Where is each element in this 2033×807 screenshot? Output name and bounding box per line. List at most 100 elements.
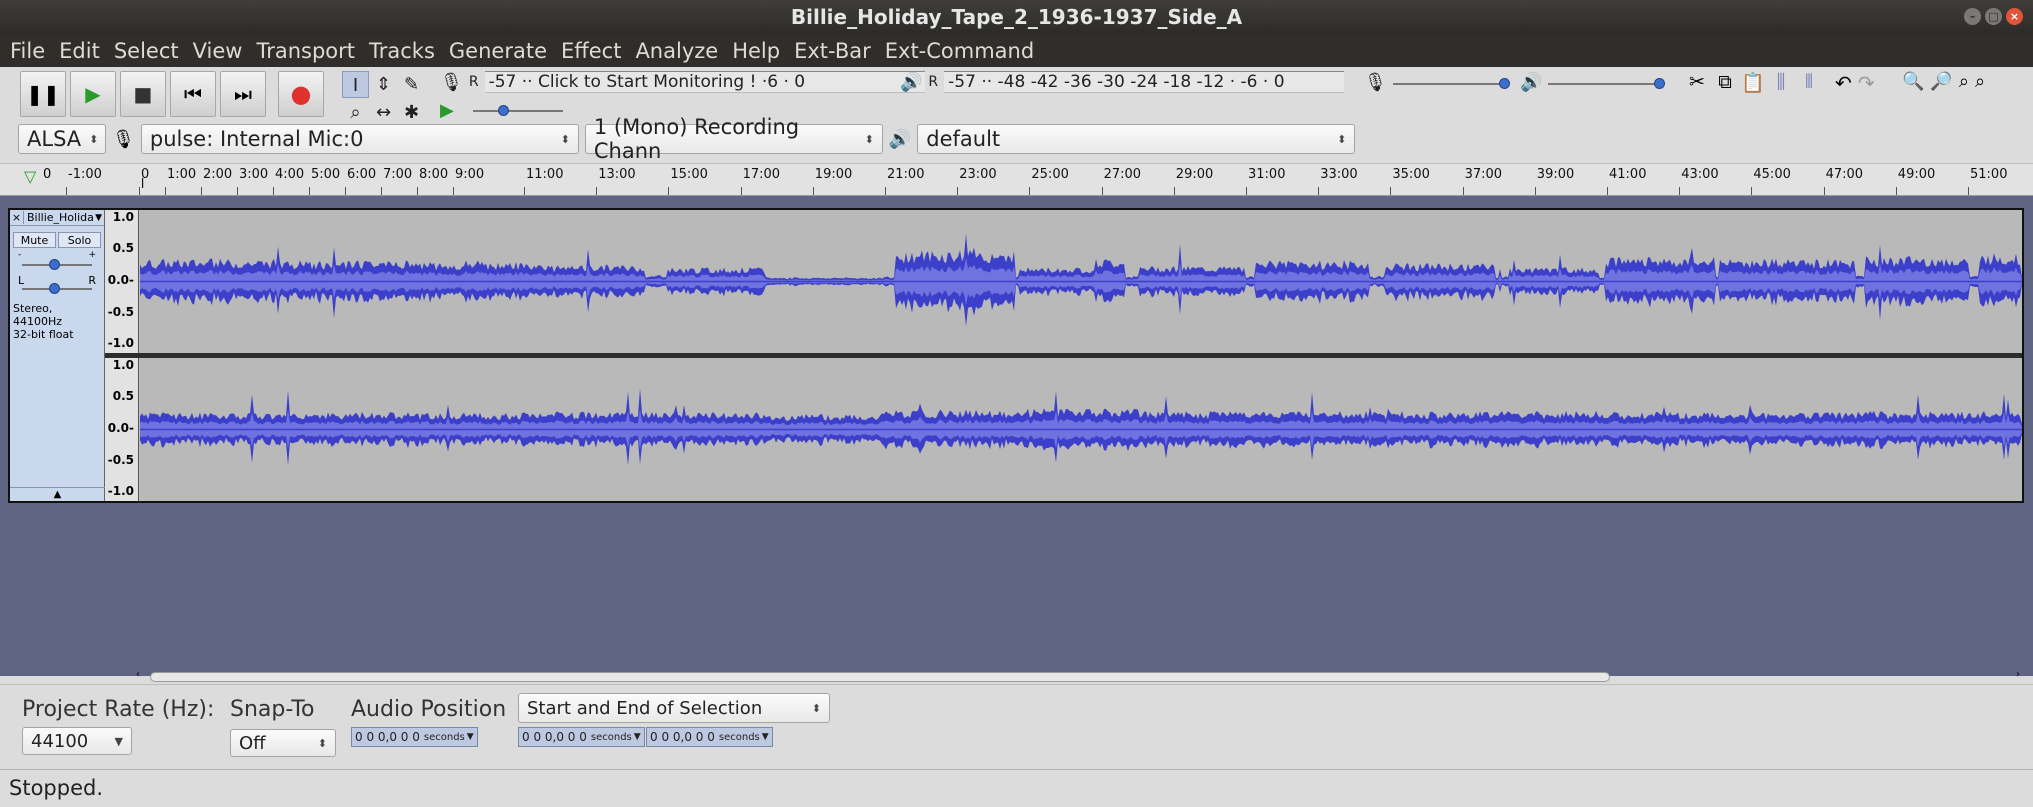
lr-icon: R: [468, 74, 479, 90]
waveform-left-channel[interactable]: [140, 210, 2022, 353]
menu-analyze[interactable]: Analyze: [635, 39, 718, 63]
vertical-ruler-left[interactable]: 1.0 0.5 0.0- -0.5 -1.0: [105, 210, 139, 353]
collapse-track-icon[interactable]: ▲: [10, 487, 105, 501]
gain-slider[interactable]: - +: [18, 250, 96, 276]
scrollbar-thumb[interactable]: [150, 672, 1610, 682]
fit-selection-icon[interactable]: ⌕: [1959, 71, 1969, 92]
stop-button[interactable]: ■: [120, 71, 166, 117]
pan-slider[interactable]: L R: [18, 274, 96, 298]
track-close-icon[interactable]: ×: [10, 211, 24, 224]
scroll-left-icon[interactable]: ‹: [136, 669, 140, 680]
audio-host-value: ALSA: [27, 127, 82, 151]
menu-help[interactable]: Help: [732, 39, 780, 63]
chevron-updown-icon: ⬍: [1337, 132, 1347, 146]
menu-tracks[interactable]: Tracks: [369, 39, 435, 63]
menu-transport[interactable]: Transport: [256, 39, 355, 63]
play-speed-slider[interactable]: [473, 102, 563, 120]
track-control-panel: × Billie_Holida ▼ Mute Solo - + L R Ster…: [10, 210, 105, 501]
playback-meter-scale[interactable]: -57 ·· -48 -42 -36 -30 -24 -18 -12 · -6 …: [944, 71, 1345, 93]
ruler-tick: [668, 187, 670, 195]
skip-start-button[interactable]: ⏮: [170, 71, 216, 117]
cut-icon[interactable]: ✂: [1685, 71, 1709, 94]
undo-icon[interactable]: ↶: [1835, 71, 1852, 95]
ruler-tick-label: 41:00: [1609, 167, 1647, 182]
copy-icon[interactable]: ⧉: [1713, 71, 1737, 94]
recording-meter-scale[interactable]: -57 ·· Click to Start Monitoring ! ·6 · …: [484, 71, 925, 93]
selection-mode-select[interactable]: Start and End of Selection ⬍: [518, 693, 830, 723]
recording-volume-slider[interactable]: [1393, 75, 1510, 93]
project-rate-value[interactable]: 44100: [31, 731, 88, 752]
track-name-menu[interactable]: Billie_Holida: [24, 211, 95, 224]
ruler-tick-label: 29:00: [1175, 167, 1214, 182]
zoom-in-icon[interactable]: 🔍: [1902, 71, 1924, 92]
zoom-out-icon[interactable]: 🔎: [1930, 71, 1952, 92]
menu-edit[interactable]: Edit: [59, 39, 100, 63]
timeline-play-icon[interactable]: ▽: [24, 167, 36, 186]
solo-button[interactable]: Solo: [58, 232, 101, 248]
zoom-tool-icon[interactable]: ⌕: [342, 99, 369, 126]
ruler-tick: [524, 187, 525, 195]
waveform-right-channel[interactable]: [140, 358, 2022, 501]
selection-start-field[interactable]: 0 0 0,0 0 0 seconds ▼: [518, 727, 645, 747]
record-button[interactable]: ●: [278, 71, 324, 117]
envelope-tool-icon[interactable]: ⇕: [370, 71, 397, 98]
chevron-updown-icon: ⬍: [811, 701, 821, 715]
window-title: Billie_Holiday_Tape_2_1936-1937_Side_A: [790, 5, 1243, 29]
skip-end-button[interactable]: ⏭: [220, 71, 266, 117]
play-at-speed-icon[interactable]: ▶: [440, 100, 454, 121]
play-button[interactable]: ▶: [70, 71, 116, 117]
menu-ext-bar[interactable]: Ext-Bar: [794, 39, 871, 63]
fit-project-icon[interactable]: ⌕: [1975, 71, 1985, 92]
menu-select[interactable]: Select: [114, 39, 179, 63]
scale-label: -1.0: [107, 484, 134, 498]
recording-device-value: pulse: Internal Mic:0: [149, 127, 364, 151]
vertical-ruler-right[interactable]: 1.0 0.5 0.0- -0.5 -1.0: [105, 358, 139, 501]
selection-toolbar: Project Rate (Hz): 44100 ▼ Snap-To Off ⬍ A…: [0, 684, 2033, 769]
chevron-updown-icon: ⬍: [89, 132, 99, 146]
audio-position-field[interactable]: 0 0 0,0 0 0 seconds ▼: [351, 727, 478, 747]
snap-to-select[interactable]: Off ⬍: [230, 729, 336, 757]
playback-meter[interactable]: 🔊 R -57 ·· -48 -42 -36 -30 -24 -18 -12 ·…: [900, 69, 1345, 95]
track-info: Stereo, 44100Hz 32-bit float: [10, 298, 104, 345]
audio-track[interactable]: × Billie_Holida ▼ Mute Solo - + L R Ster…: [8, 208, 2024, 503]
ruler-tick: [66, 187, 67, 195]
project-rate-combo[interactable]: 44100 ▼: [22, 727, 132, 755]
selection-end-field[interactable]: 0 0 0,0 0 0 seconds ▼: [646, 727, 773, 747]
audio-host-select[interactable]: ALSA ⬍: [18, 124, 106, 154]
recording-meter[interactable]: 🎙 R -57 ·· Click to Start Monitoring ! ·…: [440, 69, 925, 95]
track-menu-chevron-icon[interactable]: ▼: [95, 213, 104, 223]
timeshift-tool-icon[interactable]: ↔: [370, 99, 397, 126]
ruler-tick: [1462, 187, 1464, 195]
ruler-tick-label: 23:00: [959, 167, 997, 182]
menu-view[interactable]: View: [193, 39, 243, 63]
ruler-tick-label: 31:00: [1248, 167, 1286, 182]
selection-tool-icon[interactable]: I: [342, 71, 369, 98]
pause-button[interactable]: ❚❚: [20, 71, 66, 117]
draw-tool-icon[interactable]: ✎: [398, 71, 425, 98]
menu-ext-command[interactable]: Ext-Command: [885, 39, 1034, 63]
silence-icon[interactable]: ⫴: [1797, 71, 1821, 94]
paste-icon[interactable]: 📋: [1741, 71, 1765, 94]
minimize-icon[interactable]: –: [1964, 8, 1981, 25]
menu-generate[interactable]: Generate: [449, 39, 547, 63]
redo-icon[interactable]: ↷: [1858, 71, 1875, 95]
close-icon[interactable]: ×: [2006, 8, 2023, 25]
scroll-right-icon[interactable]: ›: [2016, 669, 2020, 680]
mute-button[interactable]: Mute: [13, 232, 56, 248]
recording-device-select[interactable]: pulse: Internal Mic:0 ⬍: [140, 124, 579, 154]
menu-file[interactable]: File: [10, 39, 45, 63]
horizontal-scrollbar[interactable]: ‹ ›: [136, 669, 2020, 683]
recording-channels-select[interactable]: 1 (Mono) Recording Chann ⬍: [584, 115, 883, 163]
playback-volume-slider[interactable]: [1548, 75, 1665, 93]
speaker-volume-icon: 🔊: [1520, 71, 1543, 93]
track-area[interactable]: × Billie_Holida ▼ Mute Solo - + L R Ster…: [0, 196, 2033, 682]
recording-channels-value: 1 (Mono) Recording Chann: [593, 115, 800, 163]
ruler-tick-label: 27:00: [1103, 167, 1142, 182]
playback-device-select[interactable]: default ⬍: [917, 124, 1356, 154]
trim-icon[interactable]: ⫼: [1769, 71, 1793, 94]
menu-effect[interactable]: Effect: [561, 39, 621, 63]
multi-tool-icon[interactable]: ✱: [398, 99, 425, 126]
timeline-ruler[interactable]: ▽ -1:00 0 1:00 2:00 3:00 4:00 5:00 6:00 7:00 8:00…: [0, 164, 2033, 196]
maximize-icon[interactable]: □: [1985, 8, 2002, 25]
snap-to-label: Snap-To: [230, 697, 315, 722]
